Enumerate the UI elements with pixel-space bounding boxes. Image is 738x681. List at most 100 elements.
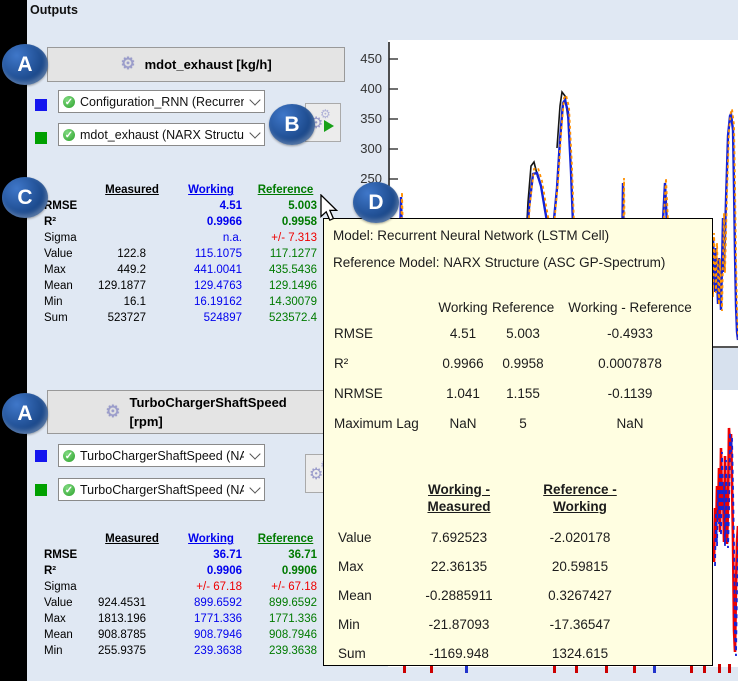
ok-status-icon: ✓ [62, 483, 76, 497]
stat-row-label: Min [44, 643, 90, 659]
column-header: Measured [90, 531, 174, 547]
model-comparison-tooltip: Model: Recurrent Neural Network (LSTM Ce… [323, 218, 713, 666]
combo-selected-value: mdot_exhaust (NARX Structu [80, 128, 244, 142]
ok-status-icon: ✓ [62, 449, 76, 463]
gear-icon: ⚙ [320, 107, 331, 121]
stat-value: 14.30079 [248, 294, 323, 310]
stat-value [90, 563, 174, 579]
reference-model-select[interactable]: ✓ mdot_exhaust (NARX Structu [58, 123, 265, 146]
working-color-marker [35, 99, 47, 111]
chevron-down-icon [248, 479, 262, 500]
combo-selected-value: TurboChargerShaftSpeed (NA [80, 449, 244, 463]
combo-selected-value: TurboChargerShaftSpeed (NA [80, 483, 244, 497]
working-color-marker [35, 450, 47, 462]
tooltip-cell: -21.87093 [402, 610, 516, 639]
annotation-badge-B: B [269, 104, 315, 145]
axis-data-mark [728, 664, 731, 673]
stat-value: 449.2 [90, 262, 174, 278]
tooltip-cell: -17.36547 [516, 610, 644, 639]
tooltip-cell: 22.36135 [402, 552, 516, 581]
stat-row-label: Mean [44, 278, 90, 294]
output-header-mdot-exhaust[interactable]: ⚙ mdot_exhaust [kg/h] [47, 47, 345, 82]
tooltip-cell: -1169.948 [402, 639, 516, 668]
stat-value: 524897 [174, 310, 248, 326]
axis-data-mark [718, 664, 721, 673]
tooltip-cell: -0.4933 [554, 319, 706, 349]
stat-value: 908.7946 [248, 627, 323, 643]
stats-corner [44, 531, 90, 547]
y-tick-label: 350 [350, 111, 382, 126]
stat-value: 441.0041 [174, 262, 248, 278]
reference-model-select[interactable]: ✓ TurboChargerShaftSpeed (NA [58, 478, 265, 501]
stat-row-label: Value [44, 595, 90, 611]
reference-color-marker [35, 132, 47, 144]
stat-value: 117.1277 [248, 246, 323, 262]
tooltip-cell: 0.0007878 [554, 349, 706, 379]
tooltip-cell: Value [338, 523, 402, 552]
annotation-badge-A: A [2, 44, 48, 85]
stat-value: 115.1075 [174, 246, 248, 262]
stat-value [90, 198, 174, 214]
stat-value [90, 214, 174, 230]
tooltip-column-header: Working [434, 297, 492, 319]
stat-value: 0.9906 [174, 563, 248, 579]
stat-value: 1771.336 [174, 611, 248, 627]
stat-row-label: Max [44, 262, 90, 278]
tooltip-table-corner [338, 479, 402, 523]
column-header: Working [174, 531, 248, 547]
tooltip-cell: NaN [434, 409, 492, 439]
working-model-select[interactable]: ✓ Configuration_RNN (Recurren [58, 90, 265, 113]
tooltip-difference-table: Working -MeasuredReference -WorkingValue… [338, 479, 644, 668]
column-header: Reference [248, 182, 323, 198]
stat-value: +/- 67.18 [248, 579, 323, 595]
stat-value: 908.8785 [90, 627, 174, 643]
annotation-badge-C: C [2, 177, 48, 218]
y-tick-label: 400 [350, 81, 382, 96]
stat-value: 122.8 [90, 246, 174, 262]
tooltip-cell: 5.003 [492, 319, 554, 349]
stat-value: 0.9958 [248, 214, 323, 230]
tooltip-cell: 4.51 [434, 319, 492, 349]
tooltip-cell: Max [338, 552, 402, 581]
statistics-table-turbocharger: MeasuredWorkingReferenceRMSE36.7136.71R²… [44, 531, 323, 659]
tooltip-cell: NaN [554, 409, 706, 439]
stat-value: 1771.336 [248, 611, 323, 627]
stat-value: 908.7946 [174, 627, 248, 643]
chevron-down-icon [248, 91, 262, 112]
output-header-label: TurboChargerShaftSpeed [rpm] [130, 393, 287, 431]
tooltip-cell: 1.155 [492, 379, 554, 409]
stat-value: 899.6592 [174, 595, 248, 611]
stat-row-label: R² [44, 563, 90, 579]
stat-value: 4.51 [174, 198, 248, 214]
stat-value: 523572.4 [248, 310, 323, 326]
tooltip-cell: Sum [338, 639, 402, 668]
stats-corner [44, 182, 90, 198]
stat-value: 129.4763 [174, 278, 248, 294]
tooltip-cell: Maximum Lag [334, 409, 434, 439]
stat-value: +/- 7.313 [248, 230, 323, 246]
tooltip-metrics-table: WorkingReferenceWorking - ReferenceRMSE4… [334, 297, 712, 439]
y-tick-label: 300 [350, 141, 382, 156]
output-header-turbocharger[interactable]: ⚙TurboChargerShaftSpeed [rpm] [47, 390, 345, 434]
stat-value: 255.9375 [90, 643, 174, 659]
tooltip-cell: 1.041 [434, 379, 492, 409]
stat-row-label: RMSE [44, 198, 90, 214]
stat-value: 5.003 [248, 198, 323, 214]
gear-icon: ⚙ [120, 55, 135, 74]
tooltip-cell: 5 [492, 409, 554, 439]
left-black-bar [0, 0, 27, 681]
stat-value: 129.1877 [90, 278, 174, 294]
tooltip-column-header: Working -Measured [402, 479, 516, 523]
statistics-table-mdot-exhaust: MeasuredWorkingReferenceRMSE4.515.003R²0… [44, 182, 323, 326]
app-window: Outputs 450400350300250 ⚙mdot_exhaust [k… [0, 0, 738, 681]
working-model-select[interactable]: ✓ TurboChargerShaftSpeed (NA [58, 444, 265, 467]
chevron-down-icon [248, 124, 262, 145]
tooltip-cell: Min [338, 610, 402, 639]
tooltip-cell: 7.692523 [402, 523, 516, 552]
annotation-badge-A: A [2, 393, 48, 434]
stat-row-label: Sum [44, 310, 90, 326]
column-header: Reference [248, 531, 323, 547]
tooltip-cell: 0.9958 [492, 349, 554, 379]
output-header-label: mdot_exhaust [kg/h] [145, 55, 272, 74]
tooltip-cell: 0.9966 [434, 349, 492, 379]
